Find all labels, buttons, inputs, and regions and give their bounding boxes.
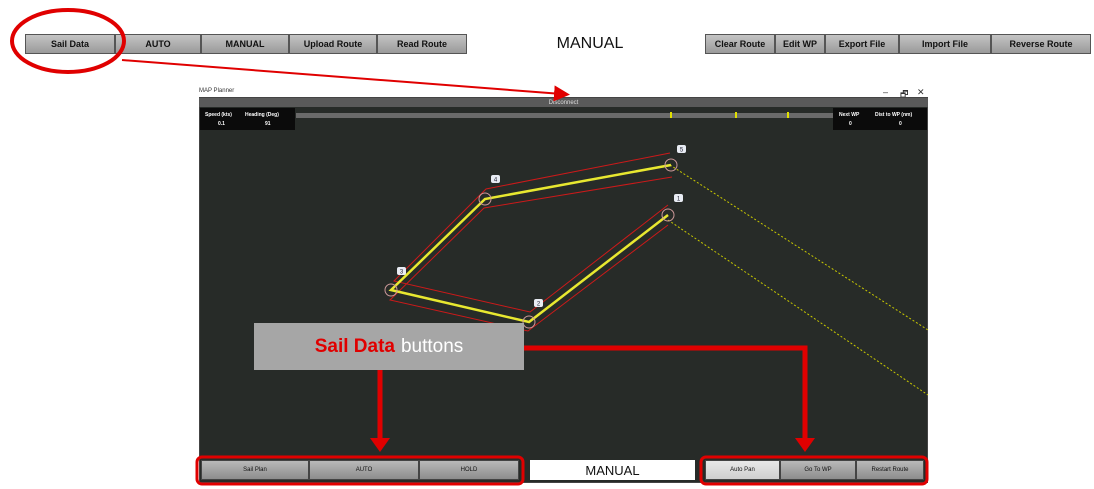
arrow-to-right-buttons	[524, 345, 808, 440]
highlight-ellipse	[10, 8, 126, 74]
highlight-box-left	[195, 455, 525, 486]
highlight-box-right	[699, 455, 929, 486]
callout-text: buttons	[400, 335, 464, 357]
pointer-arrow	[121, 59, 570, 102]
annotation-callout: Sail Data buttons	[254, 323, 524, 370]
callout-highlight: Sail Data	[314, 335, 395, 357]
annotation-overlay	[10, 8, 929, 486]
